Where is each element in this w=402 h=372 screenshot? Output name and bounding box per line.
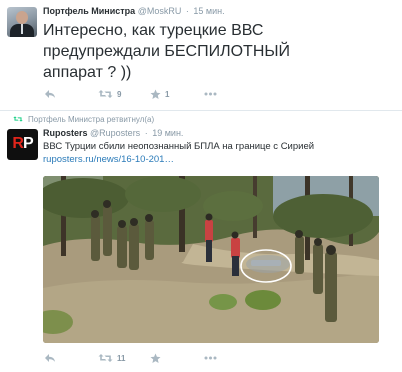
more-button[interactable] [204, 351, 217, 365]
avatar-logo: RP [12, 135, 33, 152]
more-dots-icon [204, 92, 217, 96]
tweet-text-line: Интересно, как турецкие ВВС [43, 22, 264, 39]
retweet-count: 11 [117, 353, 126, 363]
retweeted-by[interactable]: Портфель Министра ретвитнул(а) [28, 115, 154, 124]
star-icon [150, 89, 161, 99]
author-name[interactable]: Портфель Министра [43, 6, 135, 16]
tweet-time[interactable]: 19 мин. [152, 128, 183, 138]
retweet-button[interactable]: 11 [98, 351, 125, 365]
tweet-text: Интересно, как турецкие ВВС предупреждал… [43, 20, 393, 83]
avatar-head [16, 11, 28, 24]
tweet-photo[interactable] [43, 176, 379, 343]
author-name[interactable]: Ruposters [43, 128, 88, 138]
reply-button[interactable] [44, 351, 56, 365]
tweet-header: Портфель Министра @MoskRU · 15 мин. [43, 6, 225, 17]
more-dots-icon [204, 356, 217, 360]
reply-icon [45, 90, 55, 98]
avatar[interactable] [7, 7, 37, 37]
tweet-2[interactable]: Портфель Министра ретвитнул(а) RP Rupost… [0, 111, 402, 372]
retweet-icon [98, 354, 113, 362]
tweet-link[interactable]: ruposters.ru/news/16-10-201… [43, 154, 174, 165]
retweet-icon [98, 90, 113, 98]
star-icon [150, 353, 161, 363]
tweet-actions: 9 1 [0, 87, 402, 101]
like-button[interactable] [150, 351, 161, 365]
tweet-time[interactable]: 15 мин. [193, 6, 224, 16]
tweet-header: Ruposters @Ruposters · 19 мин. [43, 128, 183, 139]
retweet-context-icon [13, 116, 23, 122]
like-count: 1 [165, 89, 170, 99]
retweet-button[interactable]: 9 [98, 87, 121, 101]
avatar[interactable]: RP [7, 129, 38, 160]
tweet-text-line: предупреждали БЕСПИЛОТНЫЙ [43, 43, 291, 60]
tweet-actions: 11 [0, 351, 402, 365]
reply-icon [45, 354, 55, 362]
author-handle[interactable]: @MoskRU [138, 6, 182, 16]
retweet-count: 9 [117, 89, 122, 99]
tweet-text: ВВС Турции сбили неопознанный БПЛА на гр… [43, 141, 315, 152]
separator-dot: · [185, 6, 189, 16]
reply-button[interactable] [44, 87, 56, 101]
tweet-1[interactable]: Портфель Министра @MoskRU · 15 мин. Инте… [0, 0, 402, 110]
author-handle[interactable]: @Ruposters [90, 128, 140, 138]
separator-dot: · [144, 128, 148, 138]
tweet-text-line: аппарат ? )) [43, 64, 132, 81]
more-button[interactable] [204, 87, 217, 101]
like-button[interactable]: 1 [150, 87, 169, 101]
avatar-tie [21, 24, 23, 34]
photo-scene [43, 176, 379, 343]
